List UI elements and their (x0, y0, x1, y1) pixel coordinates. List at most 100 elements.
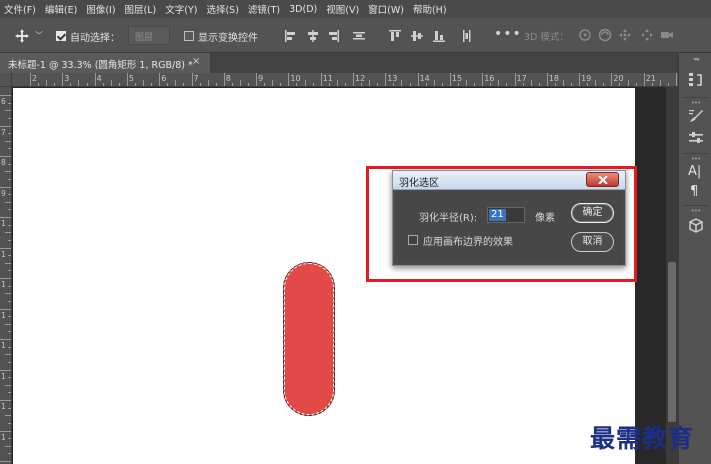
vertical-scrollbar[interactable] (666, 87, 678, 464)
ruler-minor-tick (151, 83, 153, 86)
ruler-minor-tick (344, 83, 346, 86)
annotation-highlight-box (366, 166, 637, 282)
ruler-label: 19 (581, 74, 592, 83)
ruler-minor-tick (667, 83, 669, 86)
ruler-minor-tick (433, 80, 435, 86)
menu-item[interactable]: 文件(F) (4, 2, 36, 16)
ruler-origin[interactable] (0, 73, 12, 87)
ruler-tick (449, 73, 451, 86)
ruler-tick (385, 73, 387, 86)
ruler-tick (320, 73, 322, 86)
ruler-tick (643, 73, 645, 86)
ruler-tick (159, 73, 161, 86)
ruler-minor-tick (8, 392, 11, 394)
rounded-rectangle-selection[interactable] (283, 262, 335, 416)
options-bar: ﹀ 自动选择： 图层 显示变换控件 ••• 3D 模式： (0, 18, 711, 53)
ruler-tick (288, 73, 290, 86)
ruler-minor-tick (659, 80, 661, 86)
ruler-label: 7 (1, 127, 6, 137)
menu-bar: 文件(F) 编辑(E) 图像(I) 图层(L) 文字(Y) 选择(S) 滤镜(T) 3D(D)… (0, 0, 711, 18)
menu-item[interactable]: 窗口(W) (368, 2, 404, 16)
align-right-icon[interactable] (326, 29, 340, 43)
ruler-label: 13 (387, 74, 398, 83)
ruler-minor-tick (46, 80, 48, 86)
align-top-icon[interactable] (388, 29, 402, 43)
ruler-minor-tick (102, 83, 104, 86)
character-panel-icon[interactable]: A| (688, 164, 701, 179)
ruler-minor-tick (54, 83, 56, 86)
ruler-tick (30, 73, 31, 86)
distribute-vertical-icon[interactable] (460, 29, 474, 43)
panel-grip-icon[interactable]: ••• (679, 155, 711, 163)
ruler-minor-tick (312, 83, 314, 86)
align-hcenter-icon[interactable] (306, 29, 320, 43)
align-vcenter-icon[interactable] (410, 29, 424, 43)
ruler-tick (611, 73, 613, 86)
auto-select-checkbox[interactable] (56, 31, 66, 41)
3d-rotate-icon[interactable] (578, 28, 592, 42)
close-icon[interactable]: × (192, 56, 200, 67)
ruler-minor-tick (304, 80, 306, 86)
menu-item[interactable]: 图像(I) (86, 2, 115, 16)
ruler-minor-tick (5, 262, 11, 264)
menu-item[interactable]: 选择(S) (206, 2, 238, 16)
ruler-label: 16 (484, 74, 495, 83)
ruler-tick (514, 73, 516, 86)
brush-icon[interactable] (687, 107, 705, 125)
menu-item[interactable]: 编辑(E) (45, 2, 77, 16)
menu-item[interactable]: 帮助(H) (413, 2, 447, 16)
menu-item[interactable]: 图层(L) (125, 2, 157, 16)
ruler-minor-tick (8, 239, 11, 241)
ruler-minor-tick (571, 83, 573, 86)
history-icon[interactable] (687, 71, 705, 89)
3d-roll-icon[interactable] (598, 28, 612, 42)
3d-slide-icon[interactable] (640, 28, 654, 42)
ruler-tick (0, 308, 11, 310)
ruler-minor-tick (498, 80, 500, 86)
panel-grip-icon[interactable]: ••• (679, 99, 711, 107)
ruler-tick (0, 461, 11, 462)
menu-item[interactable]: 3D(D) (289, 4, 317, 15)
ruler-minor-tick (562, 80, 564, 86)
ruler-minor-tick (143, 80, 145, 86)
adjustments-icon[interactable] (687, 129, 705, 147)
auto-select-target-dropdown[interactable]: 图层 (128, 26, 170, 45)
ruler-minor-tick (118, 83, 120, 86)
horizontal-ruler[interactable]: 234567891011121314151617181920212223 (12, 73, 711, 87)
ruler-label: 8 (225, 74, 231, 83)
distribute-icon[interactable] (352, 29, 366, 43)
menu-item[interactable]: 文字(Y) (165, 2, 197, 16)
ruler-minor-tick (70, 83, 72, 86)
paragraph-panel-icon[interactable]: ¶ (690, 184, 698, 199)
panel-grip-icon[interactable]: ◂◂ (679, 55, 711, 63)
ruler-tick (546, 73, 548, 86)
align-left-icon[interactable] (284, 29, 298, 43)
ruler-minor-tick (8, 453, 11, 455)
ruler-minor-tick (8, 316, 11, 318)
ruler-label: 11 (322, 74, 333, 83)
scrollbar-thumb[interactable] (668, 262, 676, 422)
ruler-label: 1 (1, 371, 6, 381)
ruler-minor-tick (207, 80, 209, 86)
ruler-minor-tick (474, 83, 476, 86)
panel-grip-icon[interactable]: ••• (679, 207, 711, 215)
ruler-minor-tick (199, 83, 201, 86)
more-options-button[interactable]: ••• (494, 26, 522, 42)
3d-pan-icon[interactable] (618, 28, 632, 42)
document-tab[interactable]: 未标题-1 @ 33.3% (圆角矩形 1, RGB/8) * × (0, 53, 210, 73)
ruler-minor-tick (264, 83, 266, 86)
ruler-minor-tick (554, 83, 556, 86)
move-tool-icon[interactable] (14, 28, 30, 44)
menu-item[interactable]: 滤镜(T) (248, 2, 280, 16)
ruler-minor-tick (8, 361, 11, 363)
document-tab-title: 未标题-1 @ 33.3% (圆角矩形 1, RGB/8) * (8, 60, 193, 71)
3d-cube-icon[interactable] (687, 217, 705, 235)
ruler-minor-tick (175, 80, 177, 86)
align-bottom-icon[interactable] (432, 29, 446, 43)
chevron-down-icon[interactable]: ﹀ (35, 30, 43, 41)
show-transform-checkbox[interactable] (184, 31, 194, 41)
menu-item[interactable]: 视图(V) (326, 2, 359, 16)
3d-camera-icon[interactable] (660, 28, 674, 42)
vertical-ruler[interactable]: 6789111111111 (0, 87, 12, 464)
ruler-minor-tick (8, 300, 11, 302)
